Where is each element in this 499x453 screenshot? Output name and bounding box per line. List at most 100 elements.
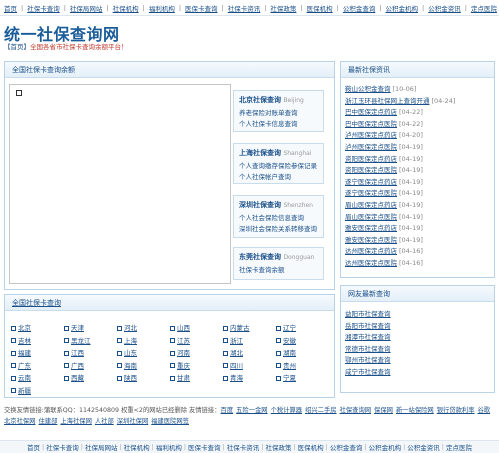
friend-link[interactable]: 百度 bbox=[221, 407, 234, 414]
province-item[interactable]: 江西 bbox=[64, 347, 84, 357]
province-item[interactable]: 上海 bbox=[117, 335, 137, 345]
city-card-link[interactable]: 社保卡查询余额 bbox=[239, 265, 318, 276]
friend-link[interactable]: 社保查询网 bbox=[340, 407, 371, 414]
province-link[interactable]: 天津 bbox=[71, 324, 84, 332]
recent-query-link[interactable]: 湘潭市社保查询 bbox=[345, 333, 391, 341]
province-item[interactable]: 天津 bbox=[64, 322, 84, 332]
province-item[interactable]: 西藏 bbox=[64, 372, 84, 382]
friend-link[interactable]: 新一站保险网 bbox=[396, 407, 434, 414]
province-item[interactable]: 甘肃 bbox=[170, 372, 190, 382]
province-link[interactable]: 广东 bbox=[18, 362, 31, 370]
news-link[interactable]: 达州医保定点医院 bbox=[345, 259, 397, 267]
province-item[interactable]: 陕西 bbox=[117, 372, 137, 382]
news-link[interactable]: 雅安医保定点药店 bbox=[345, 224, 397, 232]
news-link[interactable]: 达州医保定点药店 bbox=[345, 247, 397, 255]
province-item[interactable]: 宁夏 bbox=[276, 372, 296, 382]
province-item[interactable]: 北京 bbox=[11, 322, 31, 332]
province-item[interactable]: 内蒙古 bbox=[223, 322, 250, 332]
province-item[interactable]: 湖南 bbox=[276, 347, 296, 357]
province-link[interactable]: 广西 bbox=[71, 362, 84, 370]
city-card-title[interactable]: 东莞社保查询 Dongguan bbox=[239, 252, 318, 262]
province-item[interactable]: 河南 bbox=[170, 347, 190, 357]
top-nav-item[interactable]: 社保局网站 bbox=[70, 3, 103, 13]
recent-query-link[interactable]: 常德市社保查询 bbox=[345, 345, 391, 353]
top-nav-item[interactable]: 社保机构 bbox=[113, 3, 139, 13]
top-nav-item[interactable]: 医保卡查询 bbox=[185, 3, 218, 13]
province-link[interactable]: 湖南 bbox=[283, 349, 296, 357]
city-card-link[interactable]: 个人查询缴存保险参保记录 bbox=[239, 161, 318, 172]
news-link[interactable]: 资阳医保定点药店 bbox=[345, 155, 397, 163]
province-link[interactable]: 湖北 bbox=[230, 349, 243, 357]
friend-link[interactable]: 银行贷款利率 bbox=[437, 407, 475, 414]
province-link[interactable]: 黑龙江 bbox=[71, 337, 91, 345]
province-link[interactable]: 西藏 bbox=[71, 374, 84, 382]
footer-nav-item[interactable]: 社保卡资讯 bbox=[227, 442, 260, 452]
recent-query-link[interactable]: 岳阳市社保查询 bbox=[345, 322, 391, 330]
news-link[interactable]: 巴中医保定点医院 bbox=[345, 120, 397, 128]
province-item[interactable]: 辽宁 bbox=[276, 322, 296, 332]
top-nav-item[interactable]: 公积金机构 bbox=[386, 3, 419, 13]
province-item[interactable]: 重庆 bbox=[170, 360, 190, 370]
province-link[interactable]: 辽宁 bbox=[283, 324, 296, 332]
province-item[interactable]: 新疆 bbox=[11, 385, 31, 395]
friend-link[interactable]: 深圳社保网 bbox=[117, 418, 148, 425]
footer-nav-item[interactable]: 社保机构 bbox=[124, 442, 150, 452]
province-item[interactable]: 江苏 bbox=[170, 335, 190, 345]
province-link[interactable]: 吉林 bbox=[18, 337, 31, 345]
province-link[interactable]: 贵州 bbox=[283, 362, 296, 370]
province-item[interactable]: 广西 bbox=[64, 360, 84, 370]
footer-nav-item[interactable]: 公积金资讯 bbox=[407, 442, 440, 452]
province-link[interactable]: 宁夏 bbox=[283, 374, 296, 382]
top-nav-item[interactable]: 社保卡资讯 bbox=[228, 3, 261, 13]
province-link[interactable]: 河南 bbox=[177, 349, 190, 357]
footer-nav-item[interactable]: 社保卡查询 bbox=[46, 442, 79, 452]
province-link[interactable]: 新疆 bbox=[18, 387, 31, 395]
province-item[interactable]: 福建 bbox=[11, 347, 31, 357]
province-item[interactable]: 青海 bbox=[223, 372, 243, 382]
frame-checkbox[interactable] bbox=[16, 90, 22, 96]
footer-nav-item[interactable]: 医保卡查询 bbox=[188, 442, 221, 452]
footer-nav-item[interactable]: 公积金查询 bbox=[330, 442, 363, 452]
news-link[interactable]: 遂宁医保定点药店 bbox=[345, 178, 397, 186]
province-link[interactable]: 内蒙古 bbox=[230, 324, 250, 332]
friend-link[interactable]: 人社部 bbox=[95, 418, 114, 425]
province-link[interactable]: 重庆 bbox=[177, 362, 190, 370]
province-link[interactable]: 福建 bbox=[18, 349, 31, 357]
province-item[interactable]: 四川 bbox=[223, 360, 243, 370]
province-link[interactable]: 江西 bbox=[71, 349, 84, 357]
province-link[interactable]: 上海 bbox=[124, 337, 137, 345]
province-link[interactable]: 云南 bbox=[18, 374, 31, 382]
province-item[interactable]: 浙江 bbox=[223, 335, 243, 345]
city-card-link[interactable]: 深圳社会保险关系转移查询 bbox=[239, 224, 318, 235]
footer-nav-item[interactable]: 公积金机构 bbox=[369, 442, 402, 452]
province-item[interactable]: 山东 bbox=[117, 347, 137, 357]
city-card-title[interactable]: 北京社保查询 Beijing bbox=[239, 95, 318, 105]
friend-link[interactable]: 上海社保网 bbox=[60, 418, 91, 425]
city-card-link[interactable]: 养老保险对账单查询 bbox=[239, 108, 318, 119]
city-card-link[interactable]: 个人社会保险信息查询 bbox=[239, 213, 318, 224]
friend-link[interactable]: 绍兴二手房 bbox=[305, 407, 336, 414]
province-item[interactable]: 山西 bbox=[170, 322, 190, 332]
footer-nav-item[interactable]: 福利机构 bbox=[156, 442, 182, 452]
province-link[interactable]: 河北 bbox=[124, 324, 137, 332]
province-link[interactable]: 北京 bbox=[18, 324, 31, 332]
news-link[interactable]: 泸州医保定点医院 bbox=[345, 143, 397, 151]
top-nav-item[interactable]: 福利机构 bbox=[149, 3, 175, 13]
recent-query-link[interactable]: 咸宁市社保查询 bbox=[345, 368, 391, 376]
province-item[interactable]: 安徽 bbox=[276, 335, 296, 345]
home-link[interactable]: 【首页】 bbox=[4, 43, 30, 51]
footer-nav-item[interactable]: 定点医院 bbox=[446, 442, 472, 452]
news-link[interactable]: 鞍山公积金查询 bbox=[345, 85, 391, 93]
recent-query-link[interactable]: 鄂州市社保查询 bbox=[345, 356, 391, 364]
city-card-title[interactable]: 深圳社保查询 Shenzhen bbox=[239, 200, 318, 210]
news-link[interactable]: 眉山医保定点药店 bbox=[345, 201, 397, 209]
province-item[interactable]: 湖北 bbox=[223, 347, 243, 357]
friend-link[interactable]: 住建部 bbox=[38, 418, 57, 425]
province-link[interactable]: 四川 bbox=[230, 362, 243, 370]
footer-nav-item[interactable]: 首页 bbox=[27, 442, 40, 452]
province-item[interactable]: 广东 bbox=[11, 360, 31, 370]
province-link[interactable]: 浙江 bbox=[230, 337, 243, 345]
friend-link[interactable]: 保保网 bbox=[374, 407, 393, 414]
news-link[interactable]: 雅安医保定点医院 bbox=[345, 236, 397, 244]
news-link[interactable]: 资阳医保定点医院 bbox=[345, 166, 397, 174]
